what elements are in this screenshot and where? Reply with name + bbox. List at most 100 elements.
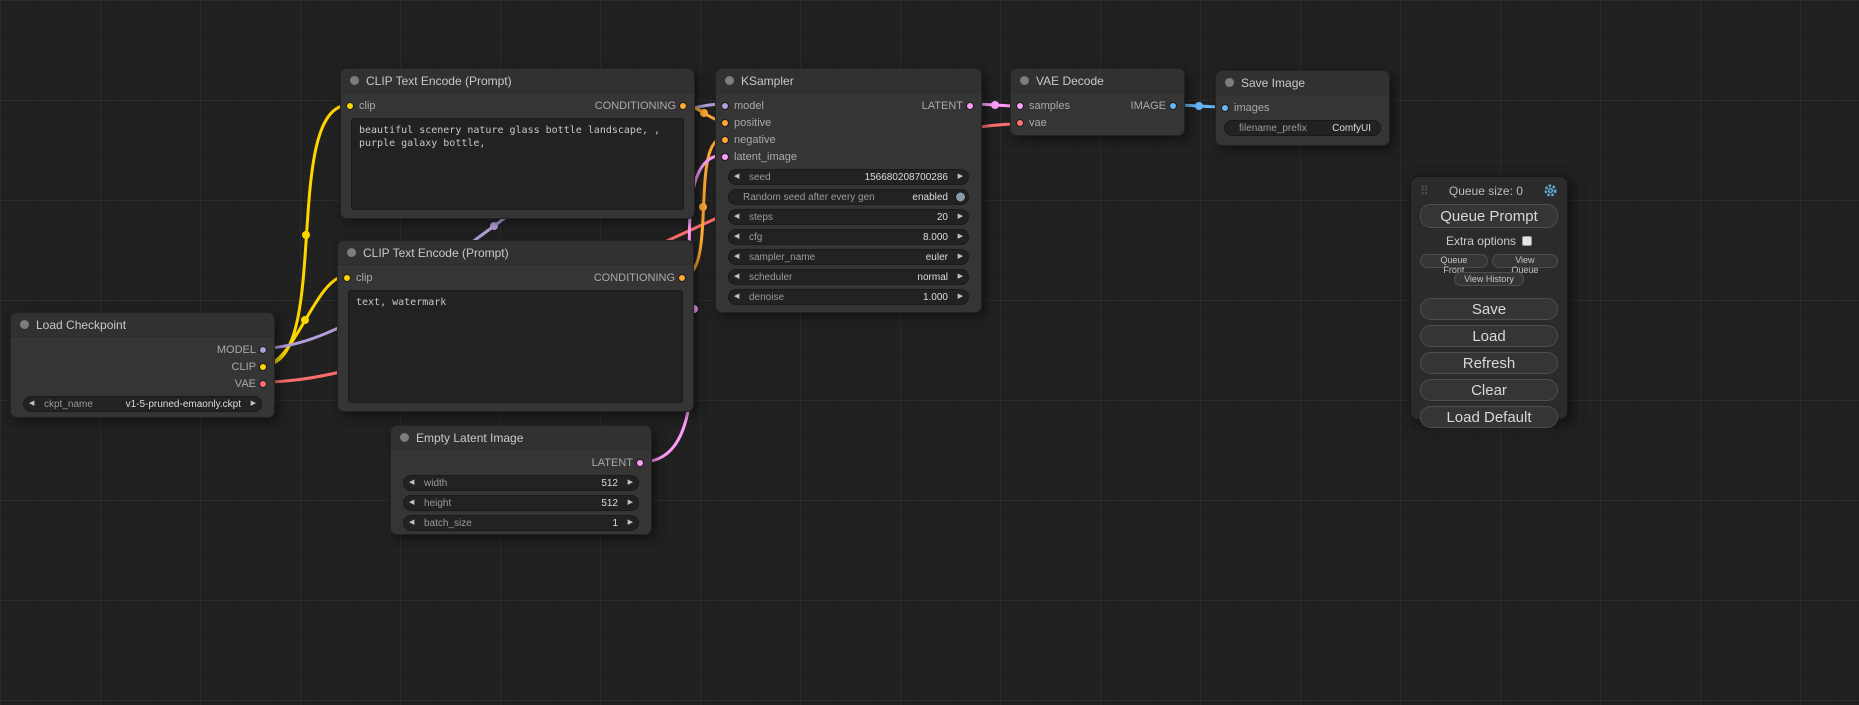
steps-widget[interactable]: ◀ steps 20 ▶ — [728, 209, 969, 225]
wire-midpoint-dot — [490, 222, 498, 230]
input-label-latent-image: latent_image — [734, 151, 797, 163]
filename-prefix-widget[interactable]: filename_prefix ComfyUI — [1224, 120, 1381, 136]
node-title-bar[interactable]: Save Image — [1216, 71, 1389, 95]
decrement-arrow-icon[interactable]: ◀ — [734, 270, 745, 284]
load-button[interactable]: Load — [1420, 325, 1558, 347]
node-title-bar[interactable]: VAE Decode — [1011, 69, 1184, 93]
decrement-arrow-icon[interactable]: ◀ — [734, 230, 745, 244]
negative-prompt-textarea[interactable]: text, watermark — [348, 290, 683, 403]
batch-size-widget[interactable]: ◀ batch_size 1 ▶ — [403, 515, 639, 531]
decrement-arrow-icon[interactable]: ◀ — [734, 250, 745, 264]
collapse-dot-icon[interactable] — [725, 76, 734, 85]
node-ksampler[interactable]: KSampler model LATENT positive negative … — [715, 68, 982, 313]
wire-midpoint-dot — [302, 231, 310, 239]
collapse-dot-icon[interactable] — [20, 320, 29, 329]
increment-arrow-icon[interactable]: ▶ — [622, 516, 633, 530]
model-output-slot[interactable] — [259, 346, 267, 354]
image-output-slot[interactable] — [1169, 102, 1177, 110]
positive-input-slot[interactable] — [721, 119, 729, 127]
seed-widget[interactable]: ◀ seed 156680208700286 ▶ — [728, 169, 969, 185]
vae-output-slot[interactable] — [259, 380, 267, 388]
output-label-model: MODEL — [217, 344, 256, 356]
width-widget[interactable]: ◀ width 512 ▶ — [403, 475, 639, 491]
collapse-dot-icon[interactable] — [350, 76, 359, 85]
model-input-slot[interactable] — [721, 102, 729, 110]
node-title: Load Checkpoint — [36, 318, 126, 332]
samples-input-slot[interactable] — [1016, 102, 1024, 110]
increment-arrow-icon[interactable]: ▶ — [952, 270, 963, 284]
clip-input-slot[interactable] — [346, 102, 354, 110]
decrement-arrow-icon[interactable]: ◀ — [409, 476, 420, 490]
decrement-arrow-icon[interactable]: ◀ — [734, 290, 745, 304]
clear-button[interactable]: Clear — [1420, 379, 1558, 401]
cfg-widget[interactable]: ◀ cfg 8.000 ▶ — [728, 229, 969, 245]
increment-arrow-icon[interactable]: ▶ — [952, 290, 963, 304]
decrement-arrow-icon[interactable]: ◀ — [734, 170, 745, 184]
images-input-slot[interactable] — [1221, 104, 1229, 112]
widget-label: filename_prefix — [1230, 123, 1332, 134]
node-title-bar[interactable]: CLIP Text Encode (Prompt) — [338, 241, 693, 265]
increment-arrow-icon[interactable]: ▶ — [952, 210, 963, 224]
node-save-image[interactable]: Save Image images filename_prefix ComfyU… — [1215, 70, 1390, 146]
negative-input-slot[interactable] — [721, 136, 729, 144]
view-queue-button[interactable]: View Queue — [1492, 254, 1558, 268]
load-default-button[interactable]: Load Default — [1420, 406, 1558, 428]
widget-label: scheduler — [745, 272, 917, 283]
node-title-bar[interactable]: Empty Latent Image — [391, 426, 651, 450]
node-title-bar[interactable]: Load Checkpoint — [11, 313, 274, 337]
ckpt-name-widget[interactable]: ◀ ckpt_name v1-5-pruned-emaonly.ckpt ▶ — [23, 396, 262, 412]
collapse-dot-icon[interactable] — [400, 433, 409, 442]
widget-value: 512 — [601, 478, 622, 489]
slot-row: CLIP — [11, 358, 274, 375]
decrement-arrow-icon[interactable]: ◀ — [409, 516, 420, 530]
increment-arrow-icon[interactable]: ▶ — [952, 250, 963, 264]
extra-options-checkbox[interactable] — [1522, 236, 1532, 246]
increment-arrow-icon[interactable]: ▶ — [952, 230, 963, 244]
clip-output-slot[interactable] — [259, 363, 267, 371]
node-vae-decode[interactable]: VAE Decode samples IMAGE vae — [1010, 68, 1185, 136]
scheduler-widget[interactable]: ◀ scheduler normal ▶ — [728, 269, 969, 285]
decrement-arrow-icon[interactable]: ◀ — [409, 496, 420, 510]
toggle-knob[interactable] — [955, 192, 966, 203]
decrement-arrow-icon[interactable]: ◀ — [29, 397, 40, 411]
settings-gear-icon[interactable] — [1543, 183, 1558, 198]
slot-row: MODEL — [11, 341, 274, 358]
vae-input-slot[interactable] — [1016, 119, 1024, 127]
queue-front-button[interactable]: Queue Front — [1420, 254, 1488, 268]
slot-row: samples IMAGE — [1011, 97, 1184, 114]
random-seed-toggle-widget[interactable]: Random seed after every gen enabled — [728, 189, 969, 205]
positive-prompt-textarea[interactable]: beautiful scenery nature glass bottle la… — [351, 118, 684, 210]
node-title-bar[interactable]: KSampler — [716, 69, 981, 93]
node-title-bar[interactable]: CLIP Text Encode (Prompt) — [341, 69, 694, 93]
clip-input-slot[interactable] — [343, 274, 351, 282]
drag-handle-icon[interactable]: ⠿ — [1420, 184, 1429, 198]
latent-output-slot[interactable] — [636, 459, 644, 467]
collapse-dot-icon[interactable] — [1020, 76, 1029, 85]
sampler-name-widget[interactable]: ◀ sampler_name euler ▶ — [728, 249, 969, 265]
latent-output-slot[interactable] — [966, 102, 974, 110]
slot-row: negative — [716, 131, 981, 148]
collapse-dot-icon[interactable] — [1225, 78, 1234, 87]
queue-prompt-button[interactable]: Queue Prompt — [1420, 204, 1558, 228]
latent-image-input-slot[interactable] — [721, 153, 729, 161]
node-clip-text-encode-positive[interactable]: CLIP Text Encode (Prompt) clip CONDITION… — [340, 68, 695, 219]
node-clip-text-encode-negative[interactable]: CLIP Text Encode (Prompt) clip CONDITION… — [337, 240, 694, 412]
widget-value: 156680208700286 — [865, 172, 952, 183]
decrement-arrow-icon[interactable]: ◀ — [734, 210, 745, 224]
input-label-clip: clip — [359, 100, 376, 112]
conditioning-output-slot[interactable] — [679, 102, 687, 110]
increment-arrow-icon[interactable]: ▶ — [245, 397, 256, 411]
increment-arrow-icon[interactable]: ▶ — [622, 476, 633, 490]
node-empty-latent-image[interactable]: Empty Latent Image LATENT ◀ width 512 ▶ … — [390, 425, 652, 535]
node-load-checkpoint[interactable]: Load Checkpoint MODEL CLIP VAE ◀ ckpt_na… — [10, 312, 275, 418]
save-button[interactable]: Save — [1420, 298, 1558, 320]
view-history-button[interactable]: View History — [1454, 272, 1524, 286]
increment-arrow-icon[interactable]: ▶ — [622, 496, 633, 510]
conditioning-output-slot[interactable] — [678, 274, 686, 282]
collapse-dot-icon[interactable] — [347, 248, 356, 257]
refresh-button[interactable]: Refresh — [1420, 352, 1558, 374]
increment-arrow-icon[interactable]: ▶ — [952, 170, 963, 184]
denoise-widget[interactable]: ◀ denoise 1.000 ▶ — [728, 289, 969, 305]
node-graph-canvas[interactable]: Load Checkpoint MODEL CLIP VAE ◀ ckpt_na… — [0, 0, 1859, 705]
height-widget[interactable]: ◀ height 512 ▶ — [403, 495, 639, 511]
